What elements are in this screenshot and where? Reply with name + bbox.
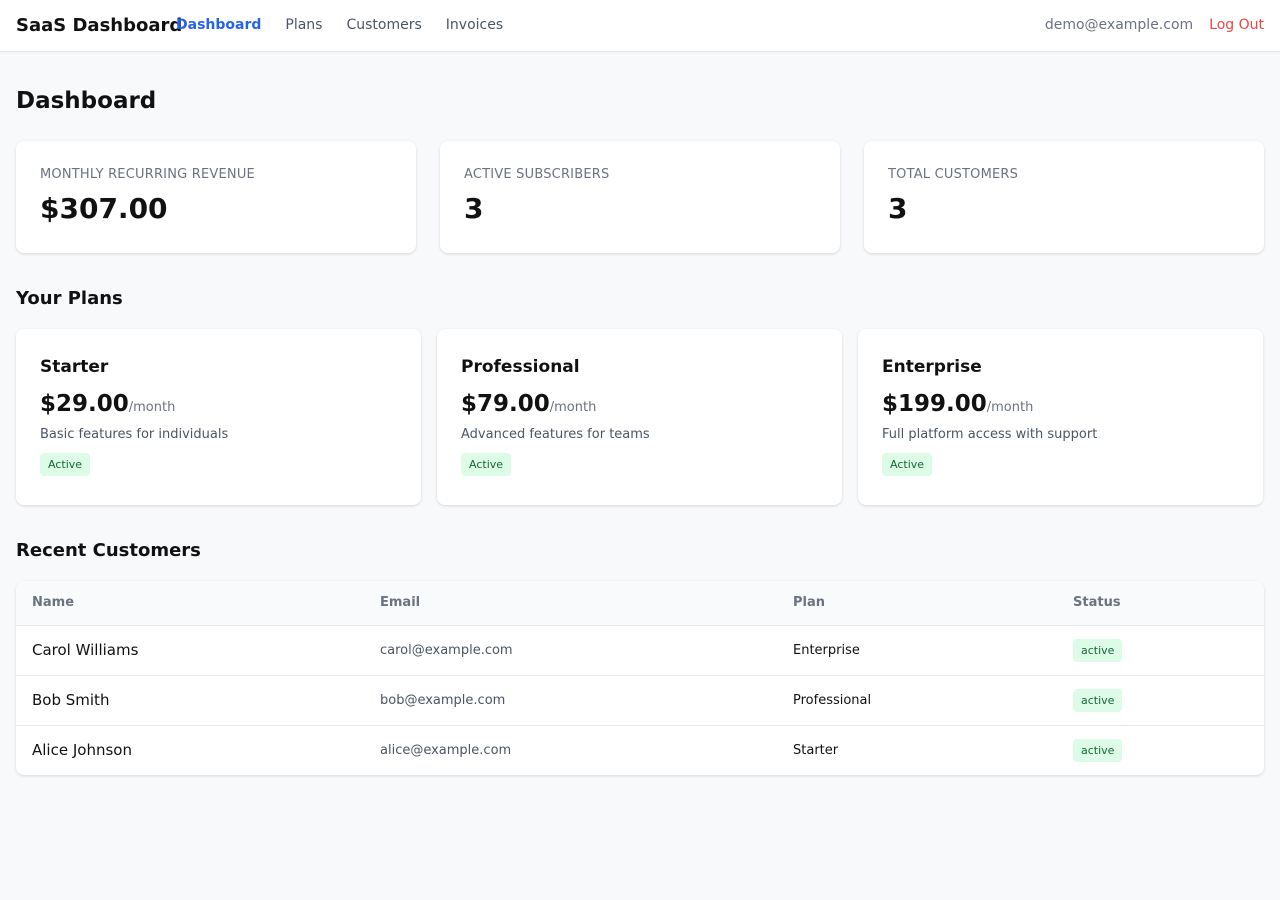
stat-value: 3 — [888, 192, 908, 225]
table-row[interactable]: Bob Smith bob@example.com Professional a… — [16, 675, 1264, 725]
user-area: demo@example.com Log Out — [1045, 17, 1264, 33]
stat-card-mrr: MONTHLY RECURRING REVENUE $307.00 — [16, 141, 416, 253]
plan-description: Basic features for individuals — [40, 427, 229, 442]
customer-name: Bob Smith — [32, 691, 110, 709]
stats-row: MONTHLY RECURRING REVENUE $307.00 ACTIVE… — [16, 141, 1264, 253]
status-badge: Active — [461, 453, 512, 476]
plan-name: Professional — [461, 357, 580, 377]
plan-price: $199.00 — [882, 391, 987, 417]
status-badge: active — [1073, 638, 1123, 662]
plan-name: Starter — [40, 357, 109, 377]
plan-card-starter[interactable]: Starter $29.00/month Basic features for … — [16, 329, 421, 505]
plan-period: /month — [986, 400, 1034, 415]
status-badge: Active — [40, 453, 91, 476]
stat-card-total-customers: TOTAL CUSTOMERS 3 — [864, 141, 1264, 253]
customer-name: Alice Johnson — [32, 741, 132, 760]
plan-price-row: $79.00/month — [461, 391, 818, 417]
column-header-email[interactable]: Email — [364, 581, 777, 626]
status-badge: Active — [882, 453, 933, 476]
customer-plan: Starter — [793, 742, 839, 758]
plan-name: Enterprise — [882, 357, 982, 377]
stat-label: ACTIVE SUBSCRIBERS — [464, 167, 610, 182]
plan-price-row: $199.00/month — [882, 391, 1239, 417]
column-header-name[interactable]: Name — [16, 581, 364, 626]
nav-link-customers[interactable]: Customers — [346, 17, 421, 33]
plan-period: /month — [549, 400, 597, 415]
customer-name: Carol Williams — [32, 641, 139, 659]
plan-card-enterprise[interactable]: Enterprise $199.00/month Full platform a… — [858, 329, 1263, 505]
customer-email: alice@example.com — [380, 742, 512, 758]
plans-section-title: Your Plans — [16, 288, 123, 309]
plan-price: $79.00 — [461, 391, 550, 417]
customers-section-title: Recent Customers — [16, 540, 201, 561]
customer-plan: Enterprise — [793, 642, 860, 658]
customer-status-cell: active — [1057, 675, 1264, 725]
plan-description: Advanced features for teams — [461, 427, 650, 442]
plan-price-row: $29.00/month — [40, 391, 397, 417]
table-row[interactable]: Carol Williams carol@example.com Enterpr… — [16, 625, 1264, 675]
top-navbar: SaaS Dashboard Dashboard Plans Customers… — [0, 0, 1280, 52]
stat-value: 3 — [464, 192, 484, 225]
customers-table: Name Email Plan Status Carol Williams ca… — [16, 581, 1264, 775]
logout-link[interactable]: Log Out — [1209, 17, 1264, 33]
customer-status-cell: active — [1057, 725, 1264, 775]
plan-description: Full platform access with support — [882, 427, 1098, 442]
customer-plan: Professional — [793, 692, 872, 708]
main-nav: Dashboard Plans Customers Invoices — [176, 17, 503, 33]
table-header-row: Name Email Plan Status — [16, 581, 1264, 626]
brand-title[interactable]: SaaS Dashboard — [16, 15, 182, 36]
stat-value: $307.00 — [40, 192, 168, 225]
customer-email: bob@example.com — [380, 692, 506, 708]
customers-table-card: Name Email Plan Status Carol Williams ca… — [16, 581, 1264, 775]
stat-card-active-subscribers: ACTIVE SUBSCRIBERS 3 — [440, 141, 840, 253]
column-header-status[interactable]: Status — [1057, 581, 1264, 626]
customer-email: carol@example.com — [380, 642, 513, 658]
user-email: demo@example.com — [1044, 17, 1194, 33]
stat-label: MONTHLY RECURRING REVENUE — [40, 167, 255, 182]
nav-link-dashboard[interactable]: Dashboard — [176, 17, 261, 33]
plan-card-professional[interactable]: Professional $79.00/month Advanced featu… — [437, 329, 842, 505]
stat-label: TOTAL CUSTOMERS — [888, 167, 1019, 182]
plans-row: Starter $29.00/month Basic features for … — [16, 329, 1264, 505]
status-badge: active — [1073, 738, 1123, 762]
nav-link-invoices[interactable]: Invoices — [446, 17, 503, 33]
nav-link-plans[interactable]: Plans — [285, 17, 322, 33]
page-title: Dashboard — [16, 88, 157, 114]
column-header-plan[interactable]: Plan — [777, 581, 1057, 626]
plan-price: $29.00 — [40, 391, 129, 417]
plan-period: /month — [128, 400, 176, 415]
customer-status-cell: active — [1057, 625, 1264, 675]
table-row[interactable]: Alice Johnson alice@example.com Starter … — [16, 725, 1264, 775]
status-badge: active — [1073, 688, 1123, 712]
